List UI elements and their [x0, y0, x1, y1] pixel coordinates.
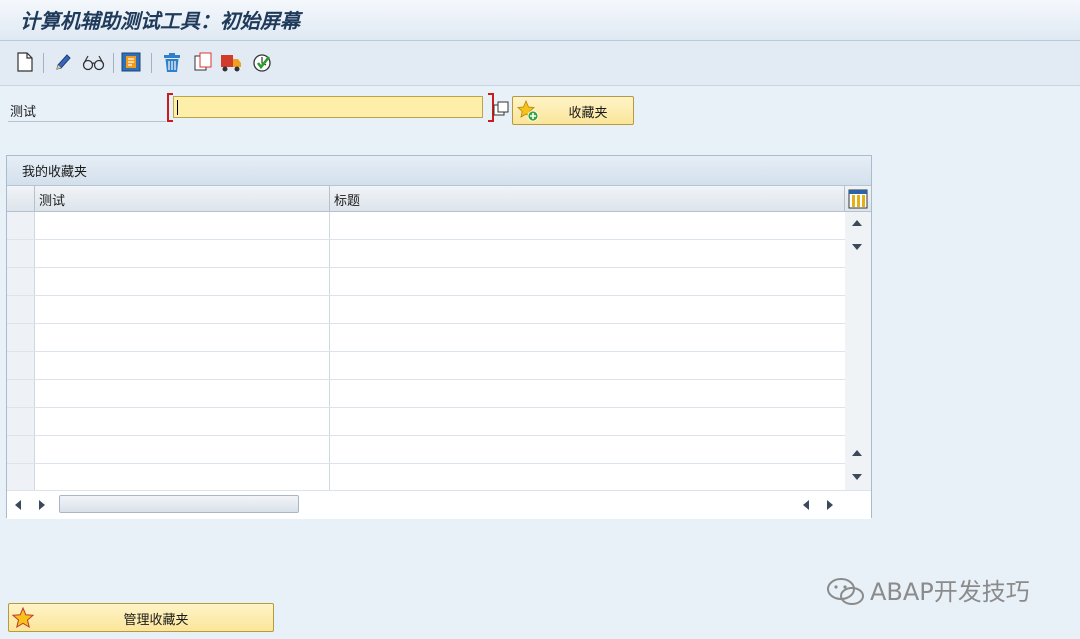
column-settings-header [845, 186, 871, 212]
add-favorite-icon [517, 100, 539, 122]
table-cell[interactable] [35, 464, 330, 491]
table-cell[interactable] [35, 380, 330, 407]
scroll-down-arrow-icon[interactable] [852, 244, 862, 250]
table-row[interactable] [7, 352, 845, 380]
execute-check-icon[interactable] [250, 51, 274, 73]
table-row[interactable] [7, 380, 845, 408]
toolbar-separator [151, 53, 152, 73]
row-selector[interactable] [7, 464, 35, 491]
row-selector[interactable] [7, 408, 35, 435]
horizontal-scroll-thumb[interactable] [59, 495, 299, 513]
scroll-right-end-icon[interactable] [827, 500, 833, 510]
manage-favorites-button[interactable]: 管理收藏夹 [8, 603, 274, 632]
table-row[interactable] [7, 296, 845, 324]
table-cell[interactable] [35, 324, 330, 351]
column-header-title[interactable]: 标题 [330, 186, 845, 212]
table-cell[interactable] [35, 408, 330, 435]
table-row[interactable] [7, 408, 845, 436]
table-cell[interactable] [35, 436, 330, 463]
table-row[interactable] [7, 464, 845, 492]
column-header-title-label: 标题 [334, 194, 361, 209]
row-selector[interactable] [7, 296, 35, 323]
scroll-up-arrow-icon[interactable] [852, 220, 862, 226]
table-cell[interactable] [35, 240, 330, 267]
row-selector[interactable] [7, 240, 35, 267]
column-header-test[interactable]: 测试 [35, 186, 330, 212]
row-selector[interactable] [7, 268, 35, 295]
watermark-text: ABAP开发技巧 [870, 578, 1030, 606]
toolbar-separator [43, 53, 44, 73]
transport-icon[interactable] [120, 51, 142, 73]
panel-header: 我的收藏夹 [7, 156, 871, 186]
horizontal-scrollbar[interactable] [7, 490, 871, 519]
scroll-page-up-icon[interactable] [852, 450, 862, 456]
application-toolbar [0, 41, 1080, 86]
panel-title: 我的收藏夹 [22, 165, 88, 180]
column-layout-icon[interactable] [848, 189, 868, 209]
vertical-scrollbar[interactable] [845, 212, 871, 490]
table-cell[interactable] [35, 212, 330, 239]
display-glasses-icon[interactable] [80, 51, 106, 73]
truck-icon[interactable] [219, 51, 243, 73]
label-underline [8, 121, 166, 122]
row-selector[interactable] [7, 380, 35, 407]
row-selector[interactable] [7, 324, 35, 351]
scroll-page-down-icon[interactable] [852, 474, 862, 480]
scroll-left-end-icon[interactable] [803, 500, 809, 510]
table-cell[interactable] [35, 268, 330, 295]
row-selector[interactable] [7, 212, 35, 239]
favorites-table-panel: 我的收藏夹 测试 标题 [6, 155, 872, 519]
edit-pencil-icon[interactable] [53, 51, 73, 73]
scroll-left-arrow-icon[interactable] [15, 500, 21, 510]
text-cursor [177, 100, 178, 115]
title-bar: 计算机辅助测试工具：初始屏幕 [0, 0, 1080, 41]
page-title: 计算机辅助测试工具：初始屏幕 [20, 9, 300, 33]
test-input-wrapper [167, 93, 494, 127]
table-row[interactable] [7, 212, 845, 240]
table-row[interactable] [7, 436, 845, 464]
column-header-test-label: 测试 [39, 194, 66, 209]
value-help-icon[interactable] [492, 100, 510, 118]
favorites-button-label: 收藏夹 [568, 106, 608, 121]
new-document-icon[interactable] [15, 51, 35, 73]
table-row[interactable] [7, 324, 845, 352]
row-selector[interactable] [7, 436, 35, 463]
manage-favorites-label: 管理收藏夹 [123, 613, 189, 628]
table-row[interactable] [7, 240, 845, 268]
favorite-star-icon [12, 607, 34, 629]
wechat-logo-icon [827, 578, 864, 605]
scroll-right-arrow-icon[interactable] [39, 500, 45, 510]
delete-icon[interactable] [160, 51, 184, 73]
test-field-label: 测试 [10, 105, 37, 120]
table-cell[interactable] [35, 352, 330, 379]
favorites-button[interactable]: 收藏夹 [512, 96, 634, 125]
row-selector-header[interactable] [7, 186, 35, 212]
test-input[interactable] [173, 96, 483, 118]
table-row[interactable] [7, 268, 845, 296]
table-cell[interactable] [35, 296, 330, 323]
row-selector[interactable] [7, 352, 35, 379]
copy-icon[interactable] [192, 51, 214, 73]
toolbar-separator [113, 53, 114, 73]
